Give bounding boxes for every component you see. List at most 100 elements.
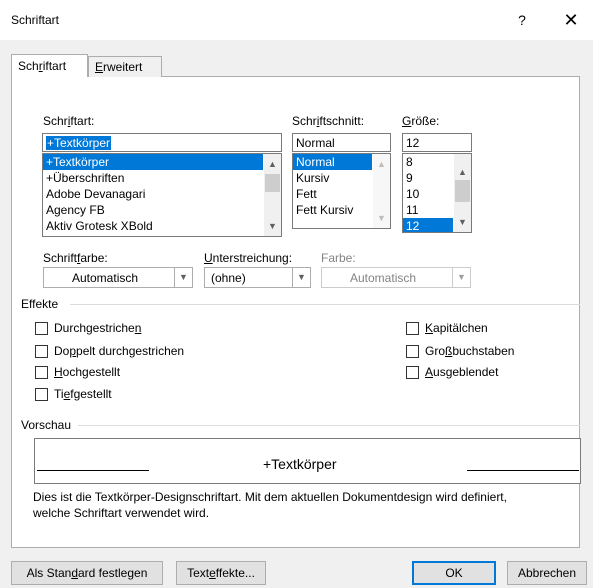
list-item[interactable]: Aktiv Grotesk XBold — [43, 218, 281, 234]
underline-label-post: nterstreichung: — [212, 251, 293, 265]
button-label-key: e — [209, 566, 216, 580]
font-color-label-pre: Schrift — [43, 251, 78, 265]
underline-label: Unterstreichung: — [204, 251, 292, 265]
effect-label-key: K — [425, 321, 434, 335]
effect-label-pre: Ti — [54, 387, 64, 401]
effect-label-post: apitälchen — [433, 321, 488, 335]
size-list[interactable]: 8 9 10 11 12 ▲ ▼ — [402, 153, 472, 233]
effect-label-post: usgeblendet — [433, 365, 499, 379]
effect-label-key: ß — [445, 344, 453, 358]
effects-divider — [70, 304, 580, 305]
list-item[interactable]: Agency FB — [43, 202, 281, 218]
style-list-scrollbar[interactable]: ▲ ▼ — [373, 154, 390, 228]
effect-label-pre: Durchgestriche — [54, 321, 135, 335]
tab-label-pre: Sch — [18, 59, 39, 73]
preview-sample: +Textkörper — [263, 456, 337, 472]
button-label-pre: Als Stan — [26, 566, 72, 580]
scroll-up-icon[interactable]: ▲ — [454, 164, 471, 180]
checkbox[interactable] — [35, 321, 48, 335]
font-input[interactable]: +Textkörper — [42, 133, 282, 152]
style-input[interactable]: Normal — [292, 133, 391, 152]
checkbox[interactable] — [406, 365, 419, 379]
effect-superscript[interactable]: Hochgestellt — [35, 364, 120, 380]
effect-all-caps[interactable]: Gro ß buchstaben — [406, 343, 514, 359]
font-color-value: Automatisch — [72, 271, 139, 285]
preview-divider — [78, 425, 580, 426]
ok-button[interactable]: OK — [412, 561, 496, 585]
font-label-pre: Schr — [43, 114, 68, 128]
effect-small-caps[interactable]: Kapitälchen — [406, 320, 488, 336]
list-item[interactable]: Normal — [293, 154, 372, 170]
list-item[interactable]: 12 — [403, 218, 453, 232]
scroll-up-icon[interactable]: ▲ — [373, 156, 390, 172]
effect-label-post: buchstaben — [452, 344, 515, 358]
button-label-post: ard festlegen — [78, 566, 148, 580]
font-label-post: ftart: — [70, 114, 95, 128]
style-label: Schriftschnitt: — [292, 114, 364, 128]
effect-hidden[interactable]: Ausgeblendet — [406, 364, 498, 380]
font-list-scrollbar[interactable]: ▲ ▼ — [264, 154, 281, 236]
effect-label-post: ochgestellt — [62, 365, 121, 379]
checkbox[interactable] — [406, 321, 419, 335]
underline-label-key: U — [204, 251, 213, 265]
tab-schriftart[interactable]: Schriftart — [11, 54, 88, 77]
preview-box: +Textkörper — [34, 438, 581, 484]
help-button[interactable]: ? — [507, 8, 537, 32]
size-input[interactable]: 12 — [402, 133, 472, 152]
underline-color-dropdown: Automatisch ▼ — [321, 267, 471, 288]
scroll-down-icon[interactable]: ▼ — [264, 218, 281, 234]
effect-double-strikethrough[interactable]: Do p pelt durchgestrichen — [35, 343, 184, 359]
scroll-up-icon[interactable]: ▲ — [264, 156, 281, 172]
preview-left-line — [37, 470, 149, 471]
list-item[interactable]: Adobe Devanagari — [43, 186, 281, 202]
scroll-thumb[interactable] — [265, 174, 280, 192]
tab-erweitert[interactable]: Erweitert — [88, 56, 162, 77]
preview-right-line — [467, 470, 579, 471]
style-list[interactable]: Normal Kursiv Fett Fett Kursiv ▲ ▼ — [292, 153, 391, 229]
button-label-post: ffekte... — [215, 566, 255, 580]
size-list-scrollbar[interactable]: ▲ ▼ — [454, 154, 471, 232]
title-bar — [0, 0, 593, 40]
effect-label-pre: Do — [54, 344, 70, 358]
effect-strikethrough[interactable]: Durchgestriche n — [35, 320, 141, 336]
checkbox[interactable] — [35, 365, 48, 379]
scroll-down-icon[interactable]: ▼ — [373, 210, 390, 226]
effect-label-key: n — [134, 321, 142, 335]
font-label: Schriftart: — [43, 114, 94, 128]
button-label-pre: Text — [187, 566, 210, 580]
font-color-label: Schriftfarbe: — [43, 251, 108, 265]
scroll-down-icon[interactable]: ▼ — [454, 214, 471, 230]
scroll-thumb[interactable] — [455, 180, 470, 202]
chevron-down-icon[interactable]: ▼ — [174, 268, 192, 287]
effect-label-pre: Gro — [425, 344, 446, 358]
font-color-dropdown[interactable]: Automatisch ▼ — [43, 267, 193, 288]
close-icon[interactable]: ✕ — [556, 8, 586, 32]
preview-description-line1: Dies ist die Textkörper-Designschriftart… — [33, 490, 507, 504]
font-list[interactable]: +Textkörper +Überschriften Adobe Devanag… — [42, 153, 282, 237]
underline-dropdown[interactable]: (ohne) ▼ — [204, 267, 311, 288]
size-label: Größe: — [402, 114, 439, 128]
checkbox[interactable] — [406, 344, 419, 358]
effects-heading: Effekte — [21, 297, 59, 311]
effect-subscript[interactable]: Ti e fgestellt — [35, 386, 112, 402]
chevron-down-icon: ▼ — [452, 268, 470, 287]
set-default-button[interactable]: Als Standard festlegen — [11, 561, 163, 585]
button-label-key: d — [71, 566, 78, 580]
size-label-post: röße: — [411, 114, 440, 128]
text-effects-button[interactable]: Texteffekte... — [176, 561, 266, 585]
effect-label-post: fgestellt — [70, 387, 112, 401]
list-item[interactable]: +Überschriften — [43, 170, 281, 186]
tab-label-key: E — [95, 60, 104, 74]
checkbox[interactable] — [35, 344, 48, 358]
font-input-value: +Textkörper — [46, 136, 112, 150]
underline-value: (ohne) — [211, 271, 246, 285]
effect-label-key: e — [63, 387, 71, 401]
tab-label-post: rweitert — [103, 60, 143, 74]
font-color-label-post: arbe: — [80, 251, 108, 265]
checkbox[interactable] — [35, 387, 48, 401]
size-input-value: 12 — [406, 136, 420, 150]
list-item[interactable]: +Textkörper — [43, 154, 263, 170]
effect-label-key: H — [54, 365, 63, 379]
chevron-down-icon[interactable]: ▼ — [292, 268, 310, 287]
cancel-button[interactable]: Abbrechen — [507, 561, 587, 585]
